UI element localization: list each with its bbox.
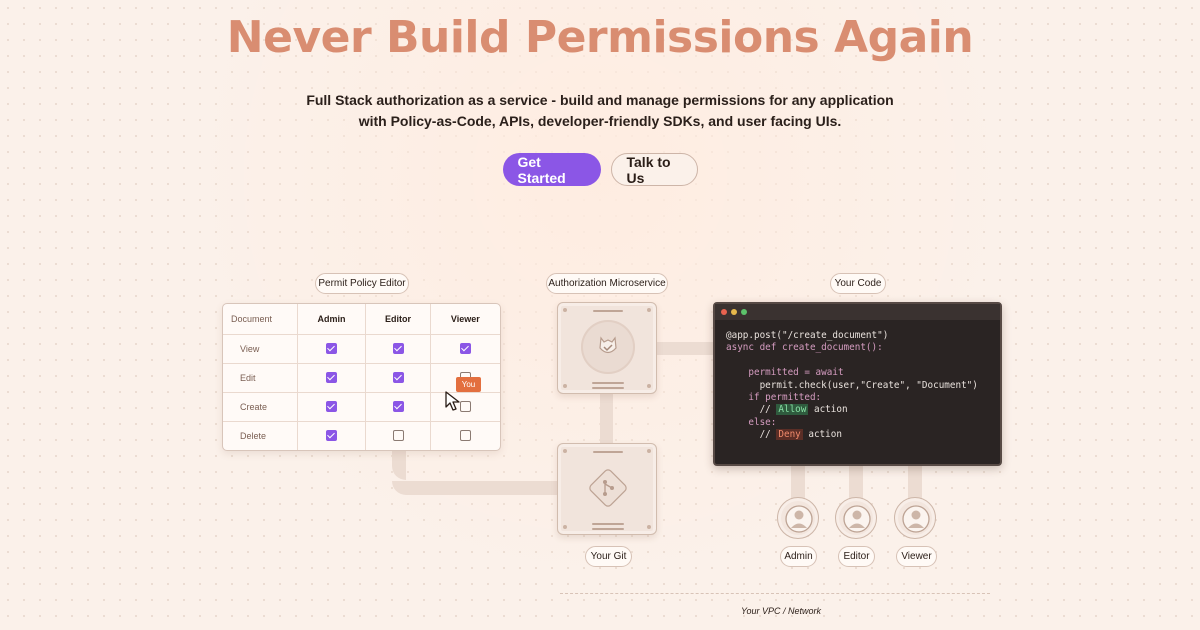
connector-code-to-editor bbox=[849, 466, 863, 500]
hero-title: Never Build Permissions Again bbox=[226, 12, 974, 63]
code-line-prefix: // bbox=[726, 404, 777, 416]
label-your-git: Your Git bbox=[585, 546, 632, 567]
hero-subtitle-line1: Full Stack authorization as a service - … bbox=[306, 92, 894, 108]
talk-to-us-button[interactable]: Talk to Us bbox=[610, 153, 698, 186]
node-screw bbox=[563, 449, 567, 453]
pointer-cursor-icon bbox=[445, 391, 460, 411]
hero-subtitle: Full Stack authorization as a service - … bbox=[0, 90, 1200, 132]
admin-avatar-icon bbox=[777, 497, 819, 539]
node-screw bbox=[647, 449, 651, 453]
action-label: Delete bbox=[223, 421, 298, 450]
node-vent-bottom bbox=[592, 528, 624, 530]
permit-logo-icon bbox=[581, 320, 635, 374]
viewer-avatar-icon bbox=[894, 497, 936, 539]
permission-cell bbox=[365, 421, 431, 450]
permission-cell bbox=[297, 334, 367, 364]
node-screw bbox=[647, 308, 651, 312]
permission-cell bbox=[365, 334, 431, 364]
label-policy-editor: Permit Policy Editor bbox=[315, 273, 409, 294]
permission-cell bbox=[365, 392, 431, 422]
checked-checkbox[interactable] bbox=[392, 401, 404, 413]
checked-checkbox[interactable] bbox=[325, 372, 337, 384]
code-block: @app.post("/create_document") async def … bbox=[715, 320, 1000, 442]
node-screw bbox=[647, 525, 651, 529]
node-vent-bottom bbox=[592, 387, 624, 389]
code-window-titlebar bbox=[715, 304, 1000, 320]
code-window: @app.post("/create_document") async def … bbox=[713, 302, 1002, 466]
connector-table-to-git-vertical bbox=[392, 450, 406, 480]
code-line: permit.check(user,"Create", "Document") bbox=[726, 379, 978, 391]
column-header-admin: Admin bbox=[297, 304, 367, 335]
node-screw bbox=[647, 384, 651, 388]
connector-code-to-admin bbox=[791, 466, 805, 500]
user-label-admin: Admin bbox=[780, 546, 817, 567]
checked-checkbox[interactable] bbox=[325, 401, 337, 413]
connector-service-to-git bbox=[600, 393, 613, 444]
connector-table-to-git-horizontal bbox=[392, 481, 558, 495]
checked-checkbox[interactable] bbox=[392, 343, 404, 355]
code-line-prefix: // bbox=[726, 429, 777, 441]
code-line: if permitted: bbox=[726, 392, 822, 404]
node-screw bbox=[563, 384, 567, 388]
label-authorization-microservice: Authorization Microservice bbox=[546, 273, 668, 294]
checked-checkbox[interactable] bbox=[459, 343, 471, 355]
column-header-viewer: Viewer bbox=[430, 304, 500, 335]
deny-tag: Deny bbox=[776, 429, 803, 441]
user-label-editor: Editor bbox=[838, 546, 875, 567]
node-vent-top bbox=[593, 310, 623, 312]
node-screw bbox=[563, 308, 567, 312]
editor-avatar-icon bbox=[835, 497, 877, 539]
code-line-suffix: action bbox=[808, 404, 848, 416]
cta-row: Get Started Talk to Us bbox=[0, 153, 1200, 186]
node-vent-bottom bbox=[592, 523, 624, 525]
hero-subtitle-line2: with Policy-as-Code, APIs, developer-fri… bbox=[358, 113, 842, 129]
table-row: Delete bbox=[223, 421, 500, 450]
authorization-microservice-node bbox=[557, 302, 657, 394]
close-dot-icon bbox=[721, 309, 727, 315]
git-node bbox=[557, 443, 657, 535]
column-header-editor: Editor bbox=[365, 304, 431, 335]
column-header-resource: Document bbox=[223, 304, 298, 335]
node-screw bbox=[563, 525, 567, 529]
node-vent-top bbox=[593, 451, 623, 453]
maximize-dot-icon bbox=[741, 309, 747, 315]
permission-cell bbox=[430, 334, 500, 364]
code-line-suffix: action bbox=[802, 429, 842, 441]
code-line: async def create_document(): bbox=[726, 342, 883, 354]
network-boundary bbox=[560, 593, 990, 594]
connector-code-to-viewer bbox=[908, 466, 922, 500]
permission-cell bbox=[297, 363, 367, 393]
checked-checkbox[interactable] bbox=[392, 372, 404, 384]
checked-checkbox[interactable] bbox=[325, 430, 337, 442]
user-label-viewer: Viewer bbox=[896, 546, 937, 567]
unchecked-checkbox[interactable] bbox=[392, 430, 404, 442]
action-label: Create bbox=[223, 392, 298, 422]
code-line: @app.post("/create_document") bbox=[726, 330, 889, 341]
code-line: permitted = await bbox=[726, 367, 844, 379]
allow-tag: Allow bbox=[776, 404, 809, 416]
minimize-dot-icon bbox=[731, 309, 737, 315]
git-icon bbox=[581, 461, 635, 515]
node-vent-bottom bbox=[592, 382, 624, 384]
network-label: Your VPC / Network bbox=[741, 606, 822, 616]
action-label: View bbox=[223, 334, 298, 364]
get-started-button[interactable]: Get Started bbox=[502, 153, 601, 186]
connector-service-to-code bbox=[657, 342, 714, 355]
action-label: Edit bbox=[223, 363, 298, 393]
permission-cell bbox=[297, 392, 367, 422]
table-row: View bbox=[223, 334, 500, 364]
permission-cell bbox=[297, 421, 367, 450]
unchecked-checkbox[interactable] bbox=[459, 430, 471, 442]
table-header-row: Document Admin Editor Viewer bbox=[223, 304, 500, 335]
checked-checkbox[interactable] bbox=[325, 343, 337, 355]
code-line: else: bbox=[726, 416, 777, 428]
label-your-code: Your Code bbox=[830, 273, 886, 294]
permission-cell bbox=[430, 421, 500, 450]
permission-cell bbox=[365, 363, 431, 393]
